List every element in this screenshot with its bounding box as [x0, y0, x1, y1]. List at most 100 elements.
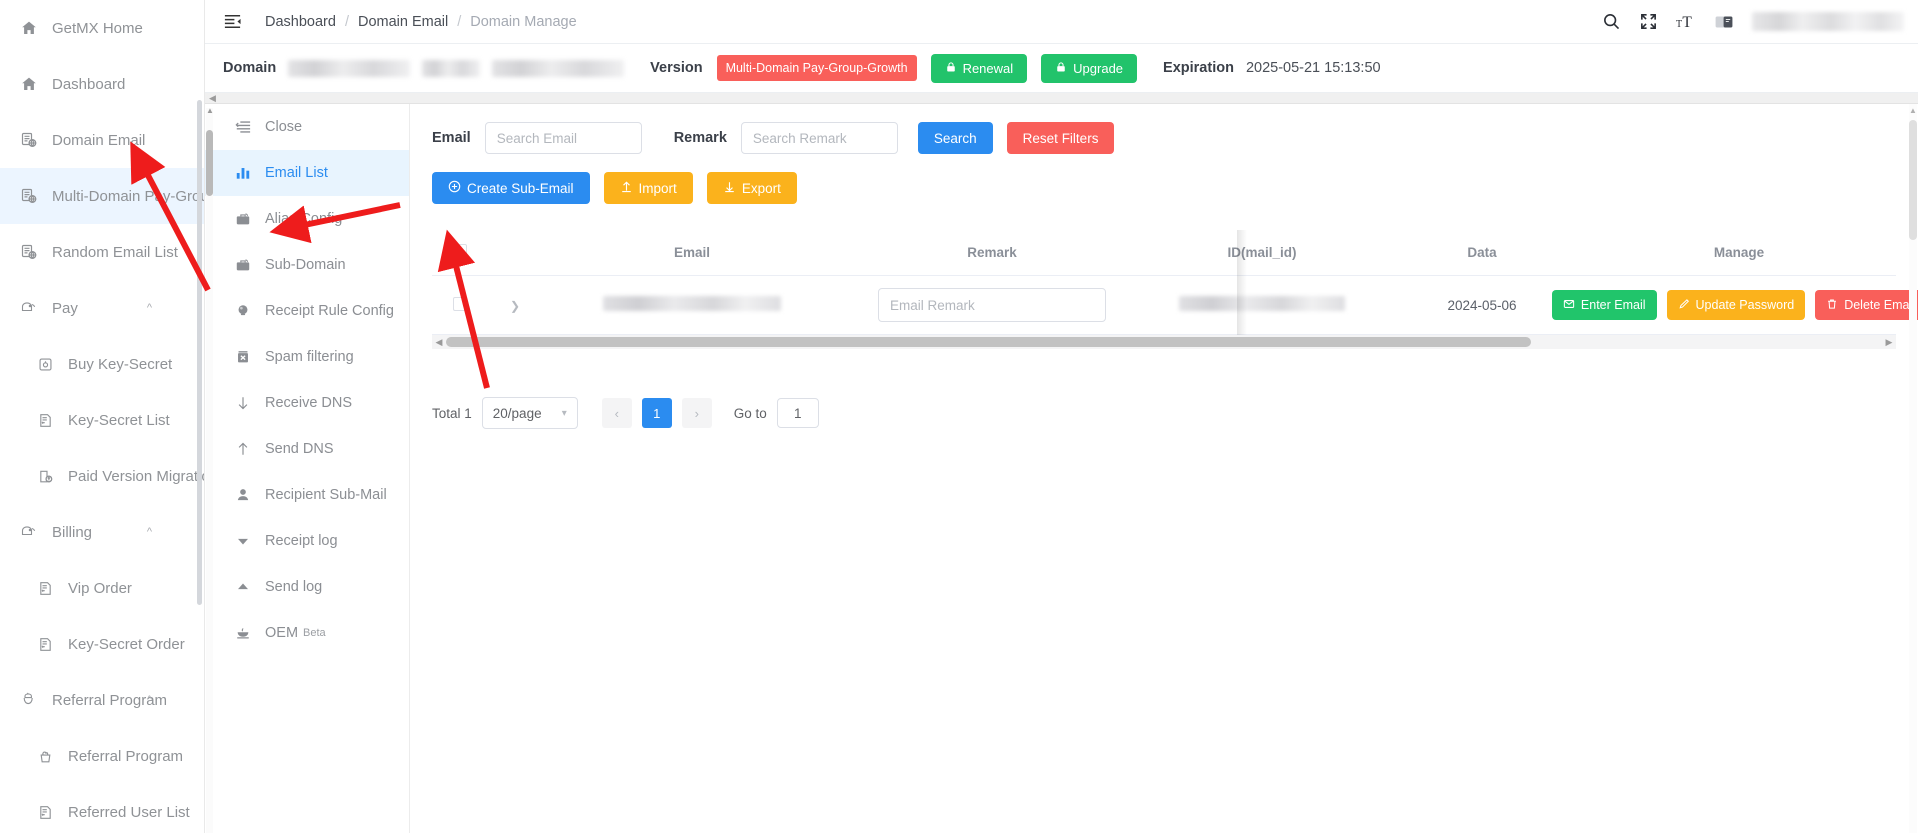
import-button[interactable]: Import — [603, 172, 693, 204]
prev-page-button[interactable]: ‹ — [601, 398, 632, 428]
scroll-left-icon[interactable]: ◀ — [432, 337, 446, 348]
sidebar-item-label: Key-Secret Order — [68, 635, 185, 653]
sidebar-group-billing[interactable]: Billing ^ — [0, 504, 204, 560]
inner-nav-scrollbar-thumb[interactable] — [206, 130, 213, 196]
menu-fold-icon[interactable] — [221, 11, 243, 33]
theme-icon[interactable] — [1714, 13, 1734, 31]
search-button[interactable]: Search — [917, 122, 993, 154]
breadcrumb-item-dashboard[interactable]: Dashboard — [265, 14, 336, 30]
nav-item-send-dns[interactable]: Send DNS — [205, 426, 409, 472]
nav-item-receipt-rule-config[interactable]: Receipt Rule Config — [205, 288, 409, 334]
chevron-up-icon[interactable]: ^ — [147, 302, 152, 314]
inner-nav-scrollbar-track[interactable] — [206, 108, 213, 833]
nav-item-sub-domain[interactable]: Sub-Domain — [205, 242, 409, 288]
breadcrumb-item-domain-email[interactable]: Domain Email — [358, 14, 448, 30]
sidebar-item-paid-version-migration[interactable]: Paid Version Migration — [0, 448, 204, 504]
nav-item-receive-dns[interactable]: Receive DNS — [205, 380, 409, 426]
page-number-button[interactable]: 1 — [641, 398, 672, 428]
sidebar-item-getmx-home[interactable]: GetMX Home — [0, 0, 204, 56]
chevron-up-icon[interactable]: ^ — [147, 694, 152, 706]
renewal-button-label: Renewal — [962, 60, 1014, 76]
list-icon — [34, 637, 56, 652]
delete-email-button[interactable]: Delete Email — [1815, 290, 1918, 320]
briefcase-icon — [233, 211, 253, 227]
top-bar-actions: T T — [1602, 12, 1904, 31]
create-sub-email-button[interactable]: Create Sub-Email — [432, 172, 590, 204]
domain-email-icon — [18, 244, 40, 260]
sidebar-item-buy-key-secret[interactable]: Buy Key-Secret — [0, 336, 204, 392]
row-checkbox[interactable] — [453, 296, 467, 311]
next-page-button[interactable]: › — [681, 398, 712, 428]
oem-icon — [233, 625, 253, 641]
version-tag: Multi-Domain Pay-Group-Growth — [716, 55, 917, 81]
sidebar-item-referral-program[interactable]: Referral Program — [0, 728, 204, 784]
scroll-right-icon[interactable]: ▶ — [1882, 337, 1896, 348]
sidebar-item-dashboard[interactable]: Dashboard — [0, 56, 204, 112]
sidebar-item-label: Paid Version Migration — [68, 467, 205, 485]
nav-item-close[interactable]: Close — [205, 104, 409, 150]
expand-header — [488, 230, 542, 276]
sidebar-item-domain-email[interactable]: Domain Email — [0, 112, 204, 168]
arrow-down-icon — [233, 395, 253, 411]
home-icon — [18, 20, 40, 36]
expiration-label: Expiration — [1163, 60, 1234, 76]
collapse-left-icon[interactable]: ◀ — [209, 93, 216, 103]
domain-inner-nav: ▲ Close Email List Alias Config Sub-Doma… — [205, 104, 410, 833]
caret-up-icon — [233, 579, 253, 595]
select-all-checkbox[interactable] — [453, 244, 467, 258]
sidebar-item-label: Referred User List — [68, 803, 190, 821]
nav-item-recipient-sub-mail[interactable]: Recipient Sub-Mail — [205, 472, 409, 518]
panel-scrollbar-thumb[interactable] — [1909, 120, 1917, 240]
create-sub-email-label: Create Sub-Email — [467, 180, 574, 196]
panel-scroll-up-icon[interactable]: ▲ — [1909, 106, 1917, 115]
search-icon[interactable] — [1602, 12, 1621, 31]
email-remark-input[interactable] — [878, 288, 1106, 322]
email-filter-label: Email — [432, 130, 471, 146]
sidebar-scrollbar[interactable] — [197, 100, 202, 605]
sidebar-item-key-secret-order[interactable]: Key-Secret Order — [0, 616, 204, 672]
enter-email-button[interactable]: Enter Email — [1551, 290, 1657, 320]
email-list-panel: Email Remark Search Reset Filters Create… — [410, 104, 1918, 833]
nav-item-label: OEM — [265, 625, 299, 641]
search-remark-input[interactable] — [740, 122, 898, 154]
export-button[interactable]: Export — [706, 172, 797, 204]
user-name-redacted[interactable] — [1752, 12, 1904, 31]
upgrade-button[interactable]: Upgrade — [1041, 53, 1138, 83]
nav-item-receipt-log[interactable]: Receipt log — [205, 518, 409, 564]
chevron-up-icon[interactable]: ^ — [147, 526, 152, 538]
table-hscroll-thumb[interactable] — [446, 337, 1531, 347]
nav-item-email-list[interactable]: Email List — [205, 150, 409, 196]
app-root: GetMX Home Dashboard Domain Email Multi-… — [0, 0, 1918, 833]
nav-item-spam-filtering[interactable]: Spam filtering — [205, 334, 409, 380]
fullscreen-icon[interactable] — [1639, 12, 1658, 31]
sidebar-item-vip-order[interactable]: Vip Order — [0, 560, 204, 616]
sidebar-item-multi-domain-pay-group[interactable]: Multi-Domain Pay-Group — [0, 168, 204, 224]
scroll-up-icon[interactable]: ▲ — [206, 107, 214, 115]
action-row: Create Sub-Email Import Export — [410, 154, 1918, 204]
update-password-button[interactable]: Update Password — [1666, 290, 1806, 320]
nav-item-label: Receipt log — [265, 533, 338, 549]
table-horizontal-scrollbar[interactable]: ◀ ▶ — [432, 335, 1896, 349]
sidebar-item-referred-user-list[interactable]: Referred User List — [0, 784, 204, 833]
goto-page-input[interactable] — [776, 398, 819, 428]
sidebar-group-pay[interactable]: Pay ^ — [0, 280, 204, 336]
referral-icon — [18, 692, 40, 708]
nav-item-send-log[interactable]: Send log — [205, 564, 409, 610]
sidebar-group-label: Billing — [52, 523, 93, 541]
remark-filter-label: Remark — [673, 130, 727, 146]
nav-item-badge: Beta — [303, 627, 326, 639]
font-size-icon[interactable]: T T — [1676, 12, 1696, 31]
page-size-select[interactable]: 20/page ▾ — [481, 397, 578, 429]
nav-item-oem[interactable]: OEM Beta — [205, 610, 409, 656]
renewal-button[interactable]: Renewal — [930, 53, 1028, 83]
reset-filters-button[interactable]: Reset Filters — [1006, 122, 1115, 154]
nav-item-alias-config[interactable]: Alias Config — [205, 196, 409, 242]
sidebar-item-key-secret-list[interactable]: Key-Secret List — [0, 392, 204, 448]
table-row: ❯ 2024-0 — [432, 275, 1918, 335]
chevron-right-icon[interactable]: ❯ — [510, 299, 520, 313]
sidebar-item-random-email-list[interactable]: Random Email List — [0, 224, 204, 280]
enter-email-label: Enter Email — [1580, 298, 1646, 312]
search-email-input[interactable] — [484, 122, 642, 154]
sidebar-group-referral-program[interactable]: Referral Program ^ — [0, 672, 204, 728]
panel-splitter[interactable]: ◀ — [205, 93, 1918, 104]
